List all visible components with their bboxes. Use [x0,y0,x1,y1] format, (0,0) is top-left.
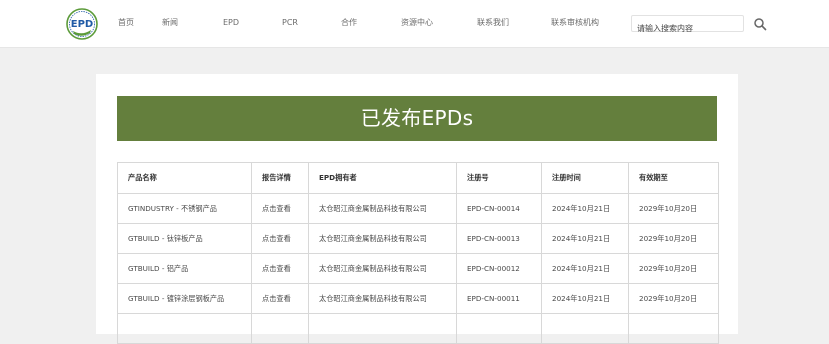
nav-item-home[interactable]: 首页 [118,17,134,29]
owner-cell: 太仓昭江商金属制品科技有限公司 [308,193,457,224]
valid-until-cell: 2029年10月20日 [628,223,719,254]
column-header-valid-until: 有效期至 [628,162,719,194]
table-row: GTBUILD - 铝产品 点击查看 太仓昭江商金属制品科技有限公司 EPD-C… [117,253,719,284]
registration-number-cell: EPD-CN-00011 [456,283,542,314]
table-row: GTBUILD - 镀锌涂层钢板产品 点击查看 太仓昭江商金属制品科技有限公司 … [117,283,719,314]
owner-cell: 太仓昭江商金属制品科技有限公司 [308,253,457,284]
product-name-cell: GTBUILD - 钛锌板产品 [117,223,252,254]
view-report-link[interactable]: 点击查看 [251,193,309,224]
nav-item-news[interactable]: 新闻 [162,17,178,29]
registration-date-cell: 2024年10月21日 [541,223,629,254]
registration-date-cell: 2024年10月21日 [541,193,629,224]
search-input[interactable] [632,21,742,36]
table-row: GTBUILD - 钛锌板产品 点击查看 太仓昭江商金属制品科技有限公司 EPD… [117,223,719,254]
column-header-registration-number: 注册号 [456,162,542,194]
view-report-link[interactable]: 点击查看 [251,283,309,314]
valid-until-cell: 2029年10月20日 [628,283,719,314]
owner-cell [308,313,457,344]
top-navigation-bar: EPD 首页 新闻 EPD PCR 合作 资源中心 联系我们 联系审核机构 [0,0,829,48]
nav-item-resource-center[interactable]: 资源中心 [401,17,433,29]
table-row [117,313,719,344]
product-name-cell [117,313,252,344]
registration-number-cell: EPD-CN-00012 [456,253,542,284]
nav-item-cooperation[interactable]: 合作 [341,17,357,29]
registration-date-cell: 2024年10月21日 [541,253,629,284]
nav-item-epd[interactable]: EPD [223,17,239,29]
column-header-report-details: 报告详情 [251,162,309,194]
valid-until-cell: 2029年10月20日 [628,253,719,284]
column-header-registration-date: 注册时间 [541,162,629,194]
nav-item-contact-us[interactable]: 联系我们 [477,17,509,29]
nav-item-contact-verifier[interactable]: 联系审核机构 [551,17,599,29]
search-icon[interactable] [753,17,767,31]
product-name-cell: GTBUILD - 镀锌涂层钢板产品 [117,283,252,314]
column-header-product-name: 产品名称 [117,162,252,194]
table-header-row: 产品名称 报告详情 EPD拥有者 注册号 注册时间 有效期至 [117,162,719,194]
nav-item-pcr[interactable]: PCR [282,17,298,29]
registration-number-cell: EPD-CN-00014 [456,193,542,224]
owner-cell: 太仓昭江商金属制品科技有限公司 [308,283,457,314]
column-header-epd-owner: EPD拥有者 [308,162,457,194]
valid-until-cell: 2029年10月20日 [628,193,719,224]
view-report-link[interactable]: 点击查看 [251,223,309,254]
logo-text: EPD [71,19,93,30]
page-title: 已发布EPDs [117,96,717,141]
product-name-cell: GTINDUSTRY - 不锈钢产品 [117,193,252,224]
owner-cell: 太仓昭江商金属制品科技有限公司 [308,223,457,254]
search-box [631,15,744,36]
view-report-link[interactable]: 点击查看 [251,253,309,284]
product-name-cell: GTBUILD - 铝产品 [117,253,252,284]
table-row: GTINDUSTRY - 不锈钢产品 点击查看 太仓昭江商金属制品科技有限公司 … [117,193,719,224]
registration-date-cell [541,313,629,344]
registration-number-cell [456,313,542,344]
registration-number-cell: EPD-CN-00013 [456,223,542,254]
epd-logo[interactable]: EPD [66,8,98,40]
view-report-link[interactable] [251,313,309,344]
valid-until-cell [628,313,719,344]
epd-table: 产品名称 报告详情 EPD拥有者 注册号 注册时间 有效期至 GTINDUSTR… [117,162,719,344]
registration-date-cell: 2024年10月21日 [541,283,629,314]
